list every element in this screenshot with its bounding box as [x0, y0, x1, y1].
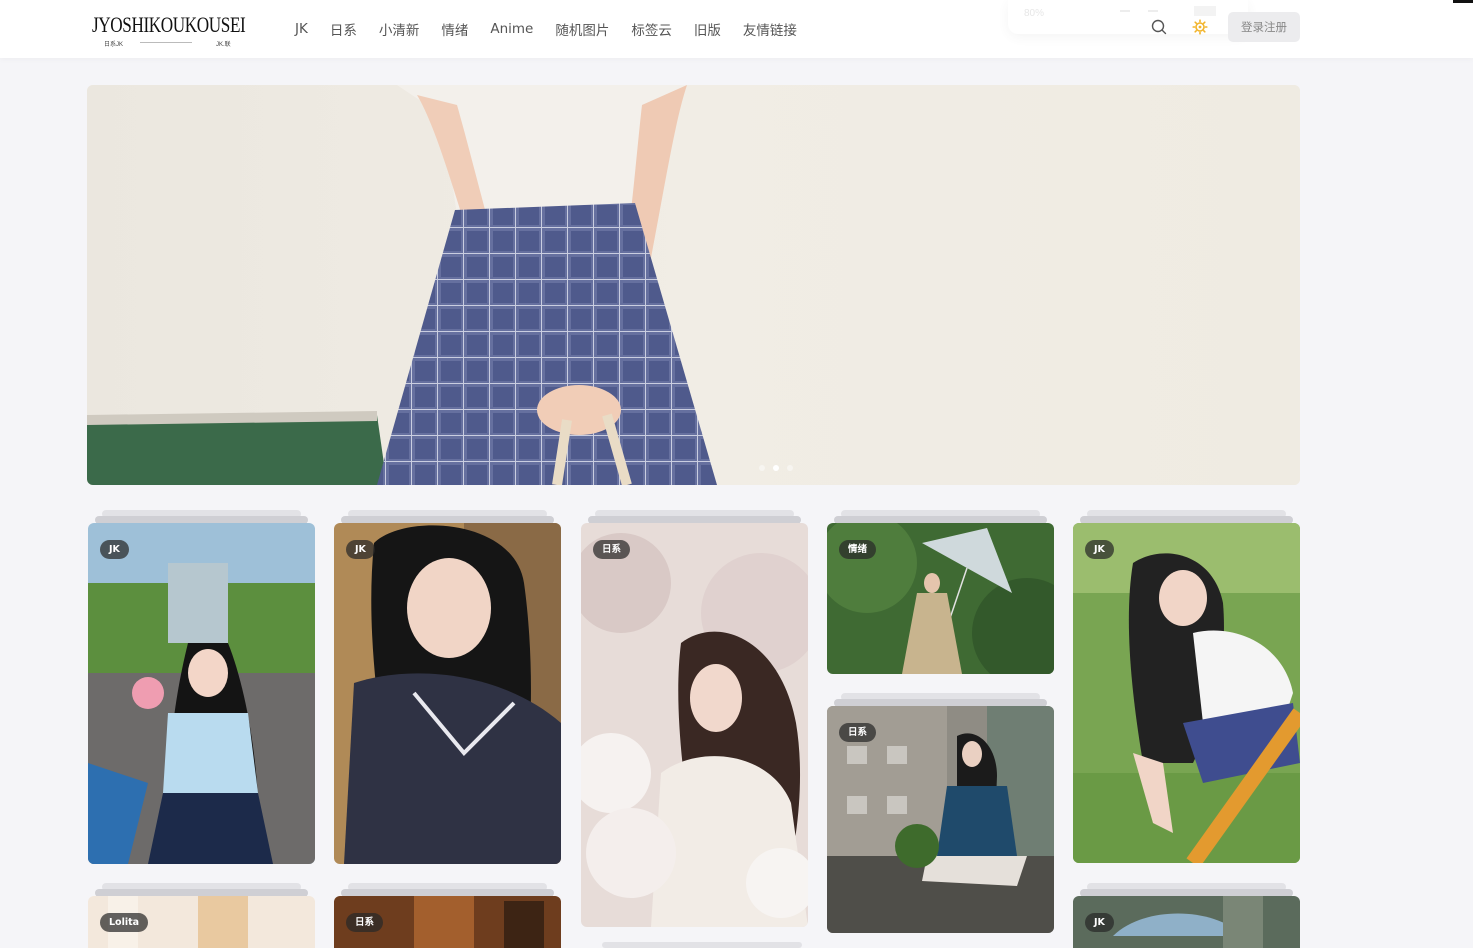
card-image [88, 523, 315, 864]
search-icon[interactable] [1149, 17, 1169, 37]
logo-divider [140, 42, 192, 43]
category-tag[interactable]: JK [346, 540, 375, 559]
nav-item-old-version[interactable]: 旧版 [683, 19, 732, 39]
carousel-dot-active[interactable] [773, 465, 779, 471]
zoom-in-icon [1148, 10, 1158, 12]
site-logo[interactable]: JYOSHIKOUKOUSEI 日系JK JK.联 [92, 12, 246, 48]
photo-card[interactable]: JK [1073, 883, 1300, 948]
nav-item-tag-cloud[interactable]: 标签云 [620, 19, 683, 39]
zoom-reset-icon [1194, 6, 1216, 16]
photo-card[interactable]: 情绪 [827, 510, 1054, 674]
nav-item-anime[interactable]: Anime [479, 21, 544, 37]
zoom-popup-ghost: 80% [1008, 0, 1248, 34]
nav-item-random[interactable]: 随机图片 [544, 19, 620, 39]
card-image [334, 523, 561, 864]
hero-banner[interactable] [87, 85, 1300, 485]
nav-item-mood[interactable]: 情绪 [430, 19, 479, 39]
nav-item-japanese[interactable]: 日系 [319, 19, 368, 39]
scrollbar-thumb[interactable] [1453, 0, 1473, 3]
logo-subtext-right: JK.联 [216, 42, 231, 48]
card-stack-shadow [602, 942, 802, 948]
photo-card[interactable]: Lolita [88, 883, 315, 948]
category-tag[interactable]: JK [1085, 540, 1114, 559]
photo-card[interactable]: 日系 [827, 693, 1054, 933]
banner-image [87, 85, 1300, 485]
nav-item-jk[interactable]: JK [284, 21, 319, 37]
card-image [1073, 523, 1300, 863]
logo-text: JYOSHIKOUKOUSEI [92, 12, 246, 37]
photo-card[interactable]: 日系 [334, 883, 561, 948]
photo-card[interactable]: JK [88, 510, 315, 864]
nav-item-fresh[interactable]: 小清新 [368, 19, 431, 39]
photo-card[interactable]: JK [334, 510, 561, 864]
carousel-dots [759, 465, 793, 471]
category-tag[interactable]: JK [1085, 913, 1114, 932]
category-tag[interactable]: Lolita [100, 913, 149, 932]
carousel-dot[interactable] [759, 465, 765, 471]
main-nav: JK 日系 小清新 情绪 Anime 随机图片 标签云 旧版 友情链接 [284, 0, 808, 58]
zoom-out-icon [1120, 10, 1130, 12]
category-tag[interactable]: 日系 [839, 723, 877, 742]
login-register-button[interactable]: 登录注册 [1228, 12, 1300, 42]
logo-subtext-left: 日系JK [104, 42, 124, 48]
carousel-dot[interactable] [787, 465, 793, 471]
category-tag[interactable]: 日系 [346, 913, 384, 932]
site-header: JYOSHIKOUKOUSEI 日系JK JK.联 JK 日系 小清新 情绪 A… [0, 0, 1473, 58]
photo-card[interactable]: 日系 [581, 510, 808, 927]
sun-gear-icon[interactable] [1190, 17, 1210, 37]
photo-card[interactable]: JK [1073, 510, 1300, 863]
category-tag[interactable]: 情绪 [839, 540, 877, 559]
category-tag[interactable]: JK [100, 540, 129, 559]
nav-item-friend-links[interactable]: 友情链接 [732, 19, 808, 39]
zoom-level: 80% [1024, 8, 1045, 19]
card-image [581, 523, 808, 927]
category-tag[interactable]: 日系 [593, 540, 631, 559]
